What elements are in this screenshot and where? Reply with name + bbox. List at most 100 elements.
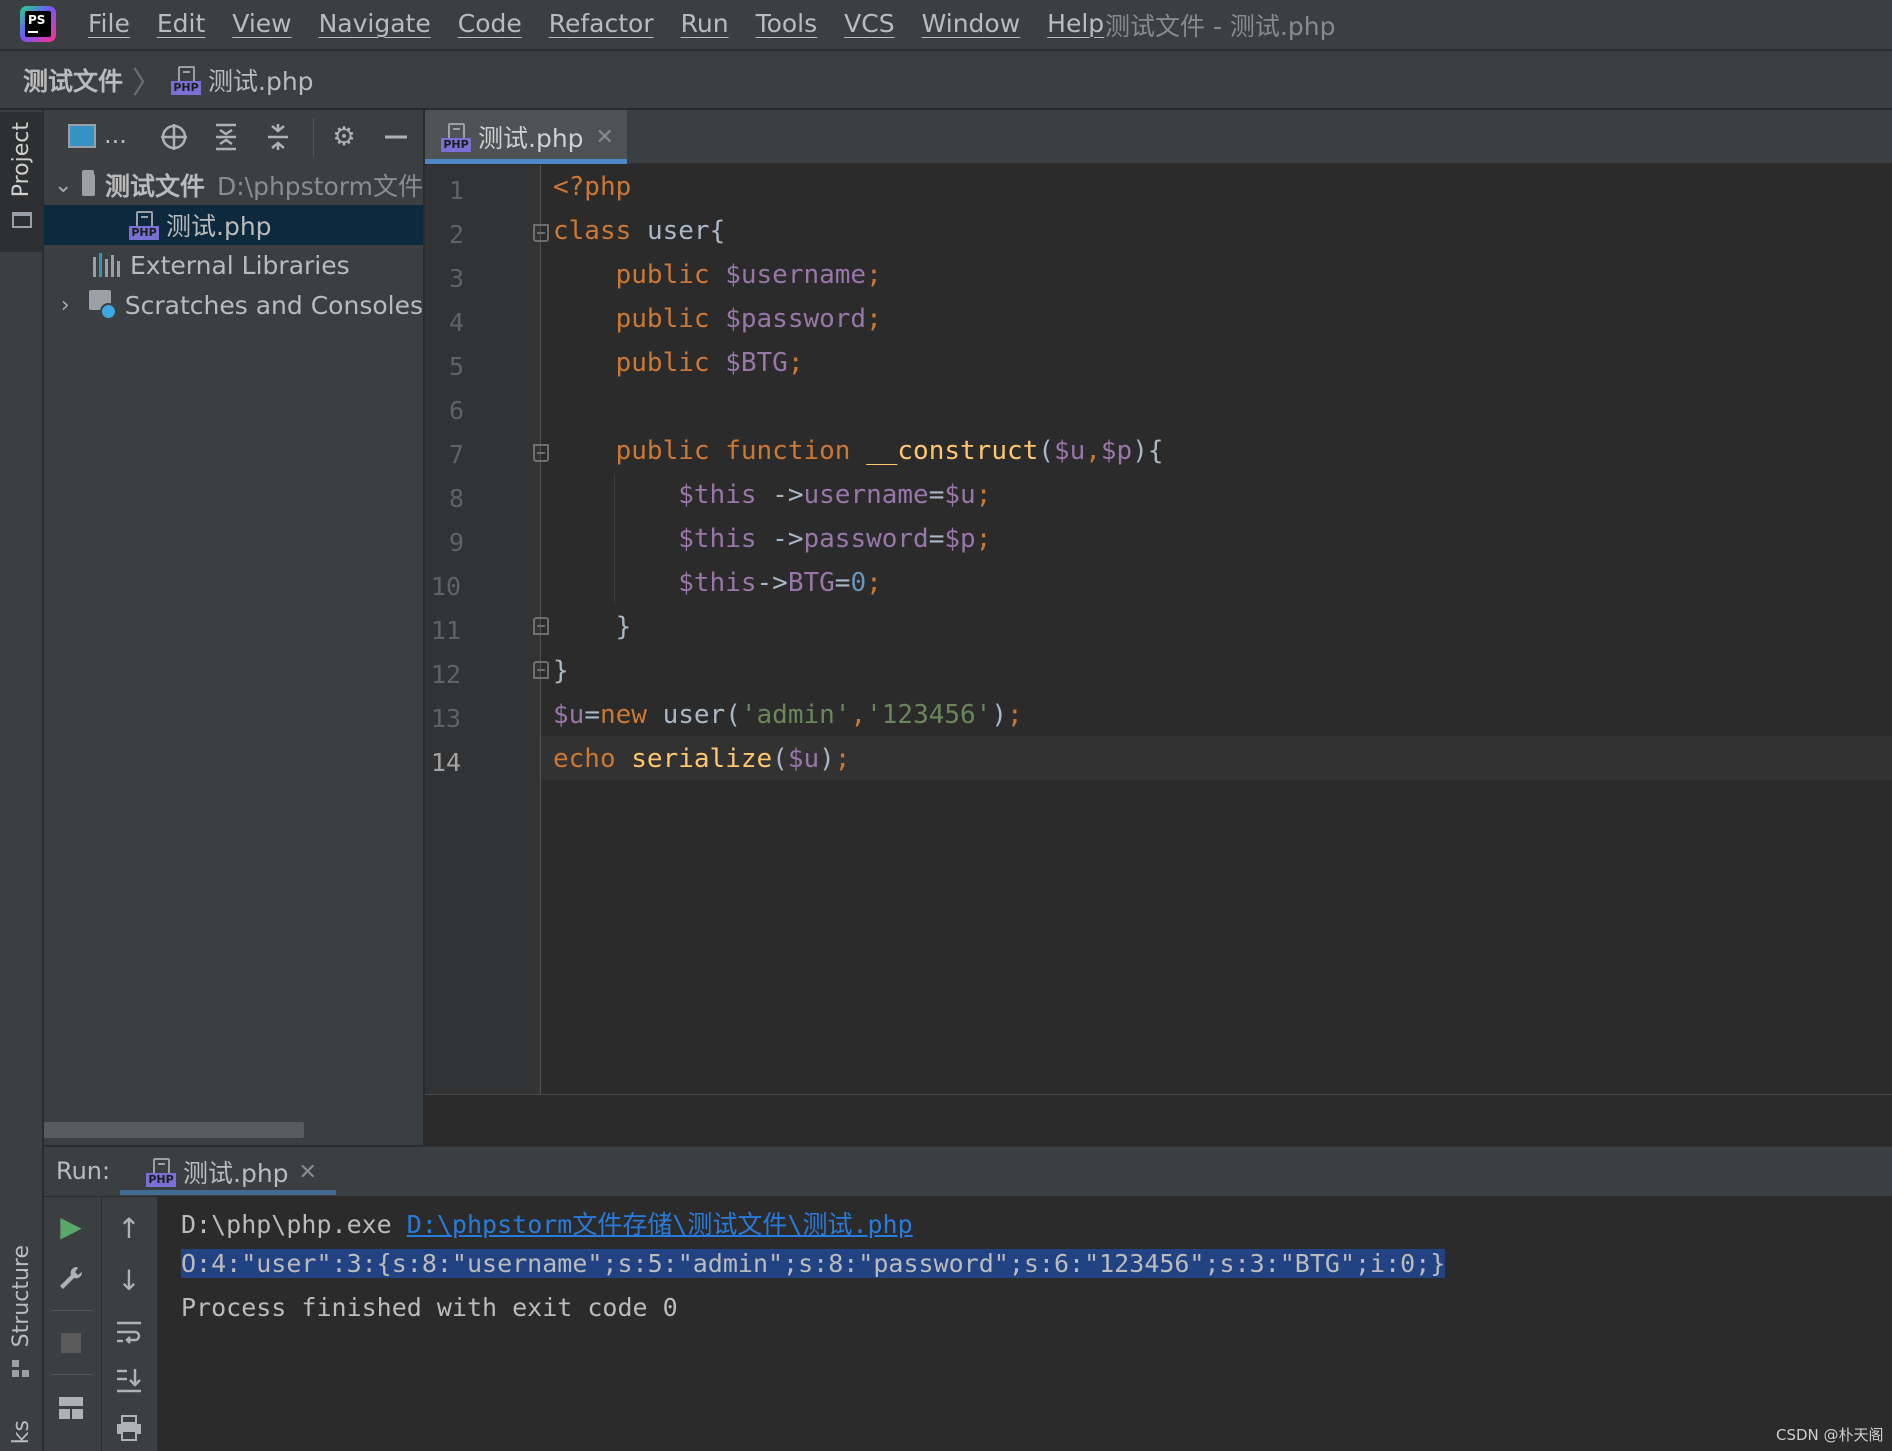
run-tab[interactable]: PHP 测试.php ✕: [120, 1148, 336, 1196]
hide-panel-icon[interactable]: [379, 120, 413, 154]
tree-item-external-libraries[interactable]: External Libraries: [44, 245, 423, 285]
code-token: $u: [1053, 436, 1086, 466]
menu-help[interactable]: Help: [1047, 9, 1104, 38]
code-line-14: echo serialize($u);: [553, 744, 850, 774]
rerun-play-icon[interactable]: ▶: [53, 1208, 89, 1244]
close-icon[interactable]: ✕: [596, 125, 614, 150]
scroll-to-end-icon[interactable]: [111, 1362, 147, 1398]
line-number: 6: [449, 396, 465, 425]
code-token: $p: [1100, 436, 1133, 466]
menu-file[interactable]: File: [88, 9, 130, 38]
structure-tool-tab[interactable]: Structure: [9, 1245, 34, 1347]
menu-refactor[interactable]: Refactor: [549, 9, 654, 38]
project-horizontal-scrollbar[interactable]: [44, 1122, 304, 1138]
code-token: {: [709, 216, 726, 246]
code-token: user: [646, 216, 710, 246]
line-number: 14: [431, 748, 462, 777]
chevron-right-icon[interactable]: ›: [54, 293, 77, 318]
scratches-icon: [88, 290, 117, 320]
code-token: $this: [678, 568, 757, 598]
menu-view[interactable]: View: [232, 9, 291, 38]
menu-run[interactable]: Run: [681, 9, 729, 38]
code-token: >: [787, 524, 804, 554]
tree-item-scratches[interactable]: › Scratches and Consoles: [44, 285, 423, 325]
line-number: 4: [449, 308, 465, 337]
code-token: ,: [850, 700, 867, 730]
code-token: >: [787, 480, 804, 510]
tree-item-project-root[interactable]: ⌄ 测试文件 D:\phpstorm文件: [44, 165, 423, 205]
code-line-8: $this ->username=$u;: [553, 480, 991, 510]
fold-close-icon[interactable]: [533, 617, 549, 635]
code-token: serialize: [631, 744, 773, 774]
code-line-text: <?php: [553, 172, 632, 202]
project-view-icon[interactable]: [68, 124, 96, 148]
line-number: 1: [449, 176, 465, 205]
breadcrumb-project[interactable]: 测试文件: [23, 62, 123, 98]
bookmarks-tool-tab[interactable]: ks: [9, 1420, 34, 1444]
code-token: ): [819, 744, 835, 774]
fold-close-icon[interactable]: [533, 661, 549, 679]
menu-edit[interactable]: Edit: [157, 9, 205, 38]
code-line-11: }: [553, 612, 632, 642]
locate-file-icon[interactable]: [157, 120, 191, 154]
soft-wrap-icon[interactable]: [111, 1314, 147, 1350]
arrow-up-icon[interactable]: ↑: [111, 1210, 147, 1246]
menu-tools[interactable]: Tools: [756, 9, 818, 38]
editor-bottom-border: [425, 1094, 1892, 1095]
gear-icon[interactable]: ⚙: [327, 120, 361, 154]
code-token: ): [991, 700, 1007, 730]
tree-item-path: D:\phpstorm文件: [217, 172, 423, 201]
collapse-all-icon[interactable]: [261, 120, 295, 154]
code-token: -: [756, 568, 773, 598]
print-icon[interactable]: [111, 1410, 147, 1446]
console-file-link[interactable]: D:\phpstorm文件存储\测试文件\测试.php: [407, 1210, 913, 1239]
run-tab-label: 测试.php: [183, 1159, 289, 1188]
line-number: 11: [431, 616, 462, 645]
code-line-13: $u=new user('admin','123456');: [553, 700, 1023, 730]
phpstorm-logo-icon[interactable]: PS: [20, 6, 56, 42]
close-icon[interactable]: ✕: [299, 1160, 317, 1185]
editor-tab-label: 测试.php: [478, 124, 584, 153]
line-number: 3: [449, 264, 465, 293]
menu-window[interactable]: Window: [922, 9, 1021, 38]
stop-icon[interactable]: [53, 1325, 89, 1361]
layout-icon[interactable]: [53, 1390, 89, 1426]
breadcrumb-file[interactable]: 测试.php: [208, 62, 314, 98]
chevron-down-icon[interactable]: ⌄: [54, 173, 72, 198]
tree-item-label: External Libraries: [130, 250, 350, 280]
menu-navigate[interactable]: Navigate: [319, 9, 431, 38]
code-token: $u: [787, 744, 820, 774]
tree-item-php-file[interactable]: PHP 测试.php: [44, 205, 423, 245]
project-tool-tab-label[interactable]: Project: [9, 122, 34, 197]
tree-item-label: 测试.php: [166, 212, 272, 241]
console-output[interactable]: O:4:"user":3:{s:8:"username";s:5:"admin"…: [181, 1249, 1446, 1278]
console-status-line: Process finished with exit code 0: [181, 1293, 678, 1322]
code-line-10: $this->BTG=0;: [553, 568, 882, 598]
arrow-down-icon[interactable]: ↓: [111, 1262, 147, 1298]
wrench-icon[interactable]: [53, 1260, 89, 1296]
expand-all-icon[interactable]: [209, 120, 243, 154]
line-number: 9: [449, 528, 465, 557]
code-token: 'admin': [740, 700, 851, 730]
fold-open-icon[interactable]: [533, 224, 549, 242]
editor-tab[interactable]: PHP 测试.php ✕: [425, 110, 627, 164]
code-line-1: <?php: [553, 172, 631, 202]
run-tab-indicator: [120, 1190, 336, 1195]
menu-code[interactable]: Code: [458, 9, 522, 38]
php-file-icon: PHP: [441, 122, 471, 152]
project-view-selector[interactable]: ...: [104, 121, 127, 149]
folder-icon: [12, 212, 32, 228]
fold-open-icon[interactable]: [533, 444, 549, 462]
menu-vcs[interactable]: VCS: [844, 9, 894, 38]
code-token: =: [928, 524, 945, 554]
code-token: =: [928, 480, 945, 510]
library-icon: [92, 253, 120, 277]
active-tab-indicator: [425, 159, 627, 164]
code-token: class: [553, 216, 632, 246]
code-token: ;: [975, 524, 992, 554]
watermark: CSDN @朴天阁: [1776, 1426, 1884, 1444]
